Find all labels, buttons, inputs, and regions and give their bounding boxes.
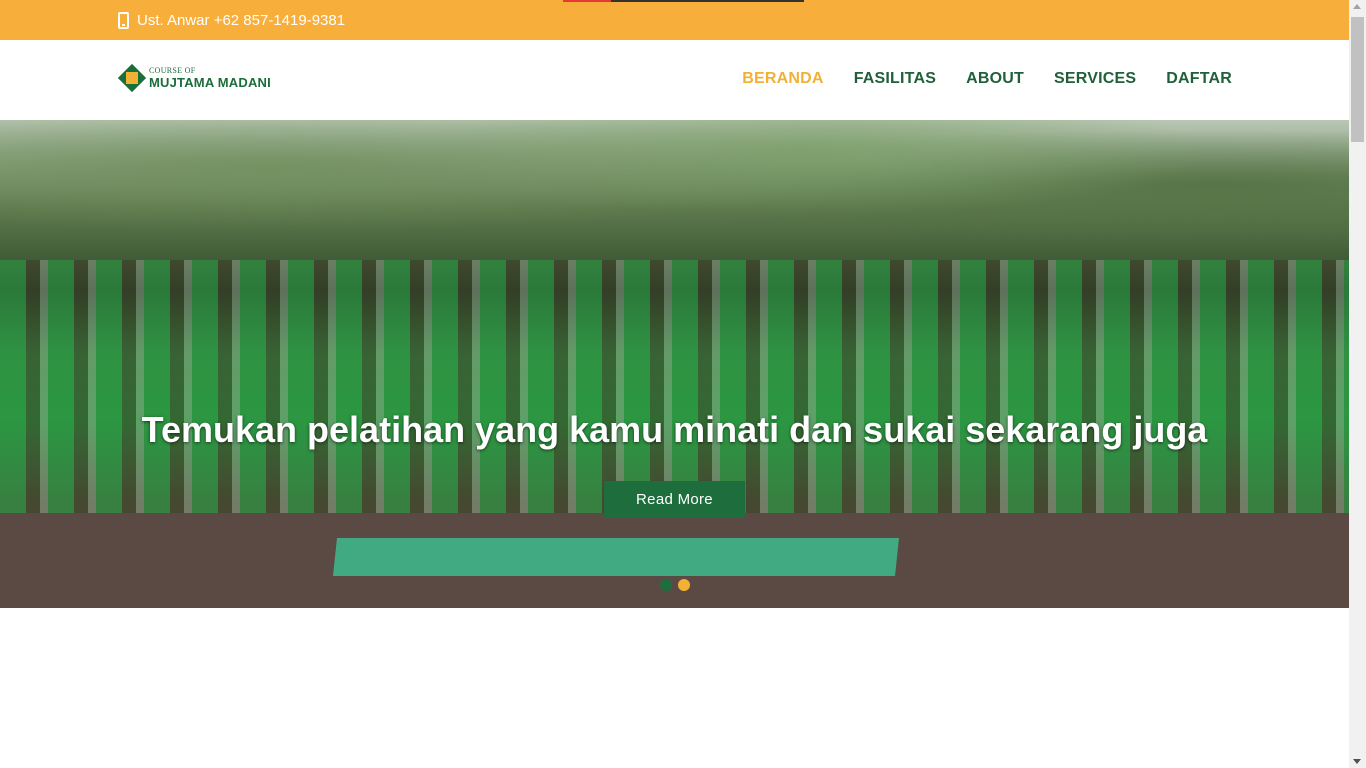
scroll-thumb[interactable]: [1351, 17, 1364, 142]
main-nav: BERANDA FASILITAS ABOUT SERVICES DAFTAR: [742, 70, 1232, 88]
phone-icon: [118, 11, 129, 29]
slider-dots: [660, 579, 690, 591]
top-stripe-dark: [611, 0, 804, 2]
nav-item-about[interactable]: ABOUT: [966, 70, 1024, 88]
hero-background-banner: [333, 538, 899, 576]
scroll-down-icon[interactable]: [1353, 759, 1361, 764]
slider-dot-1[interactable]: [660, 579, 672, 591]
logo-big-text: MUJTAMA MADANI: [149, 75, 271, 90]
logo-small-text: COURSE OF: [149, 66, 196, 75]
scrollbar[interactable]: [1349, 0, 1366, 768]
hero-slider: Temukan pelatihan yang kamu minati dan s…: [0, 120, 1349, 608]
top-bar: Ust. Anwar +62 857-1419-9381: [0, 0, 1349, 40]
nav-item-beranda[interactable]: BERANDA: [742, 70, 823, 88]
logo-text: COURSE OF MUJTAMA MADANI: [149, 66, 271, 90]
logo-emblem-icon: [117, 63, 147, 93]
nav-item-services[interactable]: SERVICES: [1054, 70, 1136, 88]
read-more-button[interactable]: Read More: [604, 481, 745, 518]
nav-item-daftar[interactable]: DAFTAR: [1166, 70, 1232, 88]
top-stripe-red: [563, 0, 611, 2]
scroll-up-icon[interactable]: [1353, 4, 1361, 9]
site-logo[interactable]: COURSE OF MUJTAMA MADANI: [117, 63, 271, 93]
hero-background-trees: [0, 120, 1349, 280]
nav-item-fasilitas[interactable]: FASILITAS: [854, 70, 936, 88]
contact-info[interactable]: Ust. Anwar +62 857-1419-9381: [118, 11, 345, 29]
site-header: COURSE OF MUJTAMA MADANI BERANDA FASILIT…: [0, 40, 1349, 120]
contact-text: Ust. Anwar +62 857-1419-9381: [137, 11, 346, 29]
hero-title: Temukan pelatihan yang kamu minati dan s…: [141, 409, 1208, 450]
slider-dot-2[interactable]: [678, 579, 690, 591]
